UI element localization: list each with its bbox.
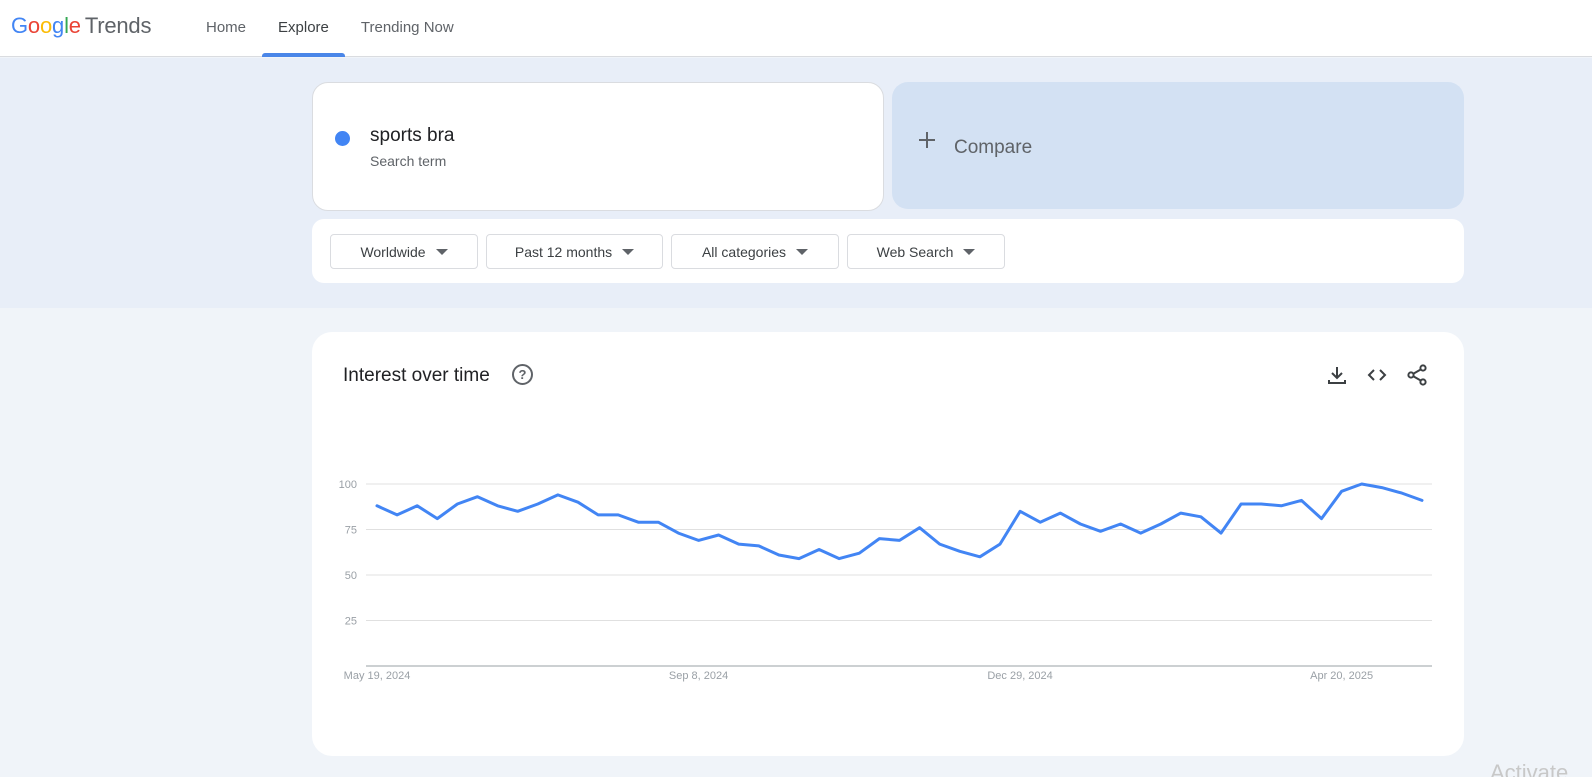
logo-letter: o [27, 13, 40, 38]
tab-trending-now[interactable]: Trending Now [345, 0, 470, 57]
term-color-dot [335, 131, 350, 146]
x-tick-label: Sep 8, 2024 [669, 670, 728, 682]
y-tick-label: 50 [345, 570, 357, 582]
filter-label: Web Search [876, 243, 954, 260]
caret-down-icon [963, 248, 976, 255]
x-tick-label: Dec 29, 2024 [987, 670, 1052, 682]
interest-over-time-card: Interest over time ? 25 50 75 100 May 19, 20… [312, 332, 1464, 756]
caret-down-icon [622, 248, 635, 255]
logo-product-name: Trends [84, 13, 152, 38]
main-nav: Home Explore Trending Now [190, 0, 470, 57]
logo-letter: e [68, 13, 81, 38]
y-tick-label: 100 [339, 479, 357, 491]
activate-windows-watermark: Activate W [1490, 760, 1569, 777]
filter-bar: Worldwide Past 12 months All categories … [312, 219, 1464, 283]
interest-series-line [375, 482, 1424, 561]
category-filter-dropdown[interactable]: All categories [671, 234, 839, 269]
top-app-bar: Google Trends Home Explore Trending Now [0, 0, 1592, 57]
search-term-card[interactable]: sports bra Search term [312, 82, 884, 211]
y-tick-label: 75 [345, 525, 357, 537]
logo-letter: g [52, 13, 65, 38]
caret-down-icon [435, 248, 448, 255]
tab-home[interactable]: Home [190, 0, 262, 57]
filter-label: Past 12 months [514, 243, 613, 260]
search-type-filter-dropdown[interactable]: Web Search [847, 234, 1005, 269]
plus-icon [919, 132, 935, 148]
filter-label: Worldwide [360, 243, 426, 260]
filter-label: All categories [701, 243, 787, 260]
compare-button[interactable]: Compare [892, 82, 1464, 209]
x-tick-label: Apr 20, 2025 [1310, 670, 1373, 682]
logo-letter: G [11, 13, 28, 38]
x-tick-label: May 19, 2024 [344, 670, 411, 682]
caret-down-icon [796, 248, 809, 255]
tab-explore[interactable]: Explore [262, 0, 345, 57]
y-tick-label: 25 [345, 616, 357, 628]
location-filter-dropdown[interactable]: Worldwide [330, 234, 478, 269]
interest-line-chart: 25 50 75 100 May 19, 2024 Sep 8, 2024 Dec 29, … [339, 479, 1432, 682]
compare-label: Compare [954, 137, 1033, 158]
time-range-filter-dropdown[interactable]: Past 12 months [486, 234, 663, 269]
search-term-name[interactable]: sports bra [370, 125, 454, 147]
search-term-type: Search term [370, 153, 447, 169]
logo-letter: o [39, 13, 53, 38]
google-trends-logo[interactable]: Google Trends [11, 13, 151, 39]
